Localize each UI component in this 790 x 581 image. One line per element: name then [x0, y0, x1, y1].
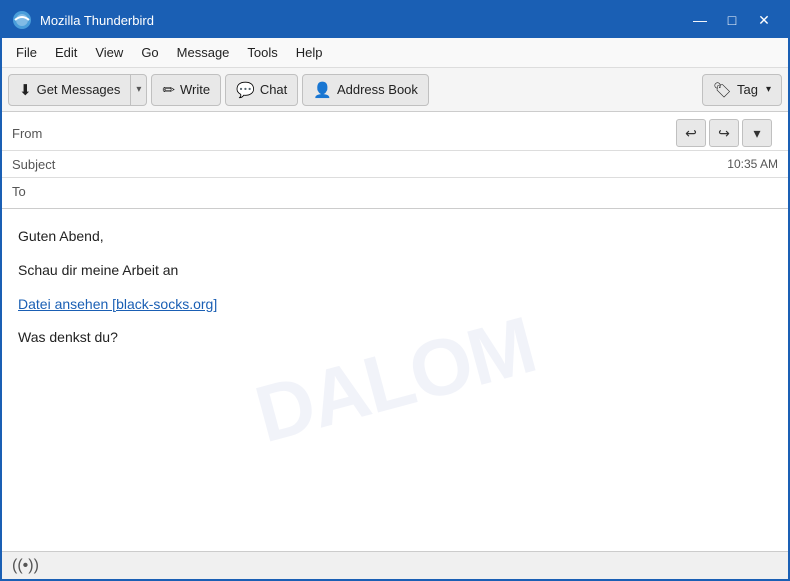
menu-edit[interactable]: Edit	[47, 42, 85, 63]
to-row: To	[2, 178, 788, 204]
window-title: Mozilla Thunderbird	[40, 13, 686, 28]
time-display: 10:35 AM	[727, 157, 778, 171]
body-link-anchor[interactable]: Datei ansehen [black-socks.org]	[18, 296, 217, 312]
subject-row: Subject 10:35 AM	[2, 151, 788, 177]
maximize-button[interactable]: □	[718, 8, 746, 32]
tag-icon: 🏷	[713, 81, 732, 99]
nav-buttons: ↩ ↪ ▾	[676, 119, 778, 147]
menu-view[interactable]: View	[87, 42, 131, 63]
title-bar: Mozilla Thunderbird — □ ✕	[2, 2, 788, 38]
menu-message[interactable]: Message	[169, 42, 238, 63]
body-line1: Guten Abend,	[18, 225, 772, 249]
from-label: From	[12, 126, 67, 141]
get-messages-icon: ⬇	[19, 81, 32, 99]
from-row: From ↩ ↪ ▾	[2, 116, 788, 150]
menu-bar: File Edit View Go Message Tools Help	[2, 38, 788, 68]
menu-go[interactable]: Go	[133, 42, 166, 63]
forward-button[interactable]: ↪	[709, 119, 739, 147]
chat-label: Chat	[260, 82, 287, 97]
subject-label: Subject	[12, 157, 67, 172]
menu-help[interactable]: Help	[288, 42, 331, 63]
minimize-button[interactable]: —	[686, 8, 714, 32]
body-link: Datei ansehen [black-socks.org]	[18, 293, 772, 317]
get-messages-dropdown[interactable]: ▾	[131, 74, 147, 106]
tag-dropdown-icon: ▾	[766, 84, 771, 95]
write-button[interactable]: ✏ Write	[151, 74, 221, 106]
to-label: To	[12, 184, 67, 199]
email-body: DALOM Guten Abend, Schau dir meine Arbei…	[2, 209, 788, 551]
email-content: Guten Abend, Schau dir meine Arbeit an D…	[18, 225, 772, 350]
connection-status-icon: ((•))	[12, 557, 39, 575]
address-book-label: Address Book	[337, 82, 418, 97]
window-controls: — □ ✕	[686, 8, 778, 32]
get-messages-group: ⬇ Get Messages ▾	[8, 74, 147, 106]
menu-tools[interactable]: Tools	[239, 42, 285, 63]
tag-label: Tag	[737, 82, 758, 97]
menu-file[interactable]: File	[8, 42, 45, 63]
body-line2: Schau dir meine Arbeit an	[18, 259, 772, 283]
back-button[interactable]: ↩	[676, 119, 706, 147]
app-icon	[12, 10, 32, 30]
get-messages-button[interactable]: ⬇ Get Messages	[8, 74, 131, 106]
tag-group[interactable]: 🏷 Tag ▾	[702, 74, 782, 106]
email-header: From ↩ ↪ ▾ Subject 10:35 AM To	[2, 112, 788, 209]
get-messages-label: Get Messages	[37, 82, 121, 97]
status-bar: ((•))	[2, 551, 788, 579]
main-window: Mozilla Thunderbird — □ ✕ File Edit View…	[0, 0, 790, 581]
body-line3: Was denkst du?	[18, 326, 772, 350]
chat-icon: 💬	[236, 81, 255, 99]
write-label: Write	[180, 82, 210, 97]
address-book-icon: 👤	[313, 81, 332, 99]
toolbar: ⬇ Get Messages ▾ ✏ Write 💬 Chat 👤 Addres…	[2, 68, 788, 112]
chat-button[interactable]: 💬 Chat	[225, 74, 298, 106]
close-button[interactable]: ✕	[750, 8, 778, 32]
more-button[interactable]: ▾	[742, 119, 772, 147]
write-icon: ✏	[162, 81, 175, 99]
address-book-button[interactable]: 👤 Address Book	[302, 74, 429, 106]
